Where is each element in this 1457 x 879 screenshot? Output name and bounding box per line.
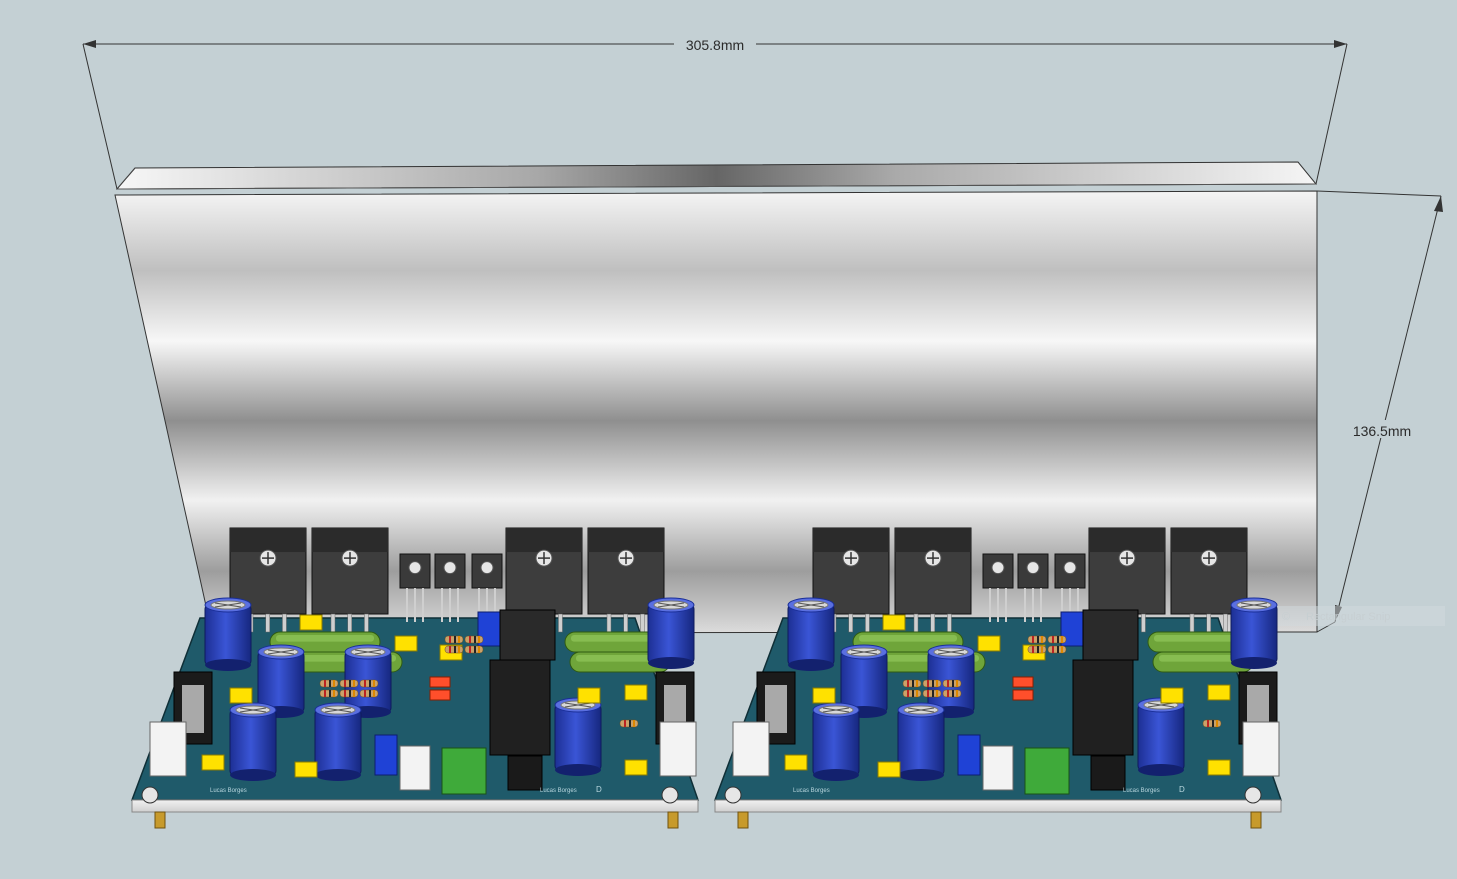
snip-overlay: © Rectangular Snip: [1275, 606, 1445, 626]
board-tag: D: [1179, 785, 1185, 794]
resistor: [902, 689, 922, 698]
width-label: 305.8mm: [686, 37, 744, 53]
yellow-capacitor: [229, 687, 253, 704]
pcb-edge: [714, 799, 1282, 813]
board-screw-icon: [1244, 786, 1262, 804]
electrolytic-capacitor: [554, 697, 602, 776]
pcb-edge: [131, 799, 699, 813]
yellow-capacitor: [299, 614, 323, 631]
resistor: [1047, 635, 1067, 644]
resistor: [319, 679, 339, 688]
diode: [429, 689, 451, 701]
yellow-capacitor: [624, 684, 648, 701]
power-terminal: [659, 721, 697, 777]
resistor: [619, 719, 639, 728]
small-heatsink: [1072, 659, 1134, 756]
standoff: [667, 811, 679, 829]
electrolytic-capacitor: [647, 597, 695, 669]
board-screw-icon: [141, 786, 159, 804]
standoff: [154, 811, 166, 829]
power-terminal: [732, 721, 770, 777]
speaker-terminal: [399, 745, 431, 791]
electrolytic-capacitor: [787, 597, 835, 671]
yellow-capacitor: [977, 635, 1001, 652]
resistor: [1027, 645, 1047, 654]
yellow-capacitor: [1207, 759, 1231, 776]
snip-text: Rectangular Snip: [1306, 611, 1390, 623]
resistor: [1027, 635, 1047, 644]
yellow-capacitor: [877, 761, 901, 778]
electrolytic-capacitor: [229, 702, 277, 781]
scene-svg: 305.8mm 136.5mm © Rectangular Snip Lucas…: [82, 35, 1445, 829]
yellow-capacitor: [812, 687, 836, 704]
electrolytic-capacitor: [1137, 697, 1185, 776]
resistor: [319, 689, 339, 698]
yellow-capacitor: [294, 761, 318, 778]
silkscreen-label: Lucas Borges: [793, 788, 830, 794]
electrolytic-capacitor: [314, 702, 362, 781]
resistor: [942, 679, 962, 688]
bias-pot: [957, 734, 981, 776]
height-dimension: 136.5mm: [1316, 190, 1443, 633]
resistor: [942, 689, 962, 698]
standoff: [1250, 811, 1262, 829]
resistor: [444, 645, 464, 654]
resistor: [464, 635, 484, 644]
power-terminal: [149, 721, 187, 777]
silkscreen-label: Lucas Borges: [1123, 788, 1160, 794]
resistor: [339, 679, 359, 688]
power-terminal: [1242, 721, 1280, 777]
yellow-capacitor: [624, 759, 648, 776]
snip-symbol: ©: [1282, 611, 1290, 623]
small-heatsink-fins: [499, 609, 556, 661]
board-screw-icon: [724, 786, 742, 804]
resistor: [339, 689, 359, 698]
diode: [1012, 676, 1034, 688]
resistor: [922, 689, 942, 698]
diode: [429, 676, 451, 688]
diode: [1012, 689, 1034, 701]
bias-pot: [374, 734, 398, 776]
resistor: [464, 645, 484, 654]
resistor: [1047, 645, 1067, 654]
resistor: [922, 679, 942, 688]
small-heatsink-fins: [1082, 609, 1139, 661]
ic-chip: [1090, 755, 1126, 791]
height-label: 136.5mm: [1353, 423, 1411, 439]
resistor: [359, 689, 379, 698]
silkscreen-label: Lucas Borges: [210, 788, 247, 794]
small-heatsink: [489, 659, 551, 756]
electrolytic-capacitor: [204, 597, 252, 671]
electrolytic-capacitor: [1230, 597, 1278, 669]
yellow-capacitor: [1160, 687, 1184, 704]
resistor: [902, 679, 922, 688]
speaker-terminal: [982, 745, 1014, 791]
yellow-capacitor: [394, 635, 418, 652]
yellow-capacitor: [1207, 684, 1231, 701]
resistor: [359, 679, 379, 688]
board-tag: D: [596, 785, 602, 794]
yellow-capacitor: [201, 754, 225, 771]
resistor: [444, 635, 464, 644]
silkscreen-label: Lucas Borges: [540, 788, 577, 794]
electrolytic-capacitor: [897, 702, 945, 781]
input-connector: [1024, 747, 1070, 795]
board-screw-icon: [661, 786, 679, 804]
resistor: [1202, 719, 1222, 728]
yellow-capacitor: [784, 754, 808, 771]
yellow-capacitor: [577, 687, 601, 704]
ic-chip: [507, 755, 543, 791]
input-connector: [441, 747, 487, 795]
standoff: [737, 811, 749, 829]
cad-scene: 305.8mm 136.5mm © Rectangular Snip Lucas…: [0, 0, 1457, 874]
electrolytic-capacitor: [812, 702, 860, 781]
yellow-capacitor: [882, 614, 906, 631]
